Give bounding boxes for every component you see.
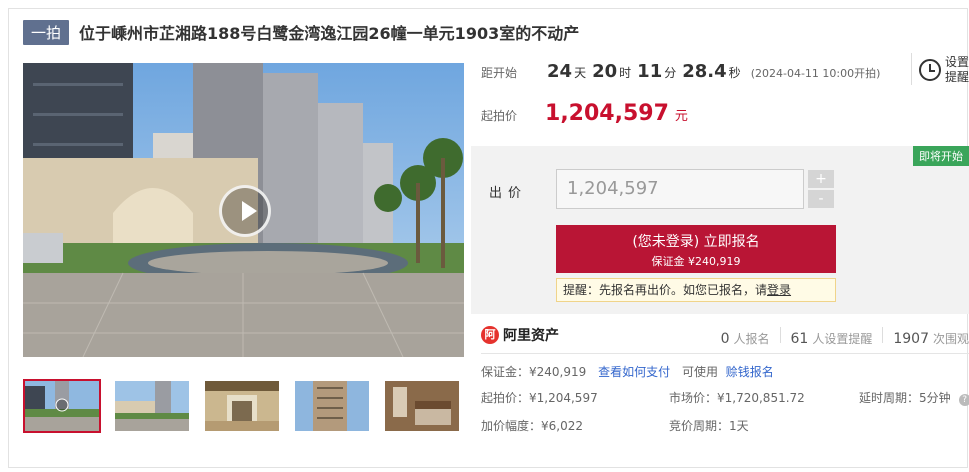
detail-delay-period: 延时周期：5分钟? [859,389,969,406]
thumbnail-strip [23,379,473,433]
countdown-minutes: 11 [637,61,663,82]
stats: 0 人报名 61 人设置提醒 1907 次围观 [721,327,969,347]
start-time: (2024-04-11 10:00开拍) [750,67,881,80]
deposit-amount: 保证金：¥240,919 [481,365,587,379]
decrease-bid-button[interactable]: - [808,190,834,208]
bid-label: 出价 [489,186,528,201]
deposit-row: 保证金：¥240,919 查看如何支付 可使用 赊钱报名 [481,363,774,380]
bid-price-input[interactable]: 1,204,597 [556,169,804,209]
start-price-value: 1,204,597 [545,101,669,126]
hours-unit: 时 [619,66,632,80]
ali-logo-icon: 阿 [481,326,499,344]
countdown-label: 距开始 [481,66,518,80]
ali-assets-logo[interactable]: 阿 阿里资产 [481,325,559,345]
detail-start-price: 起拍价：¥1,204,597 [481,391,598,405]
thumbnail-4[interactable] [293,379,371,433]
days-unit: 天 [574,66,587,80]
countdown-seconds: 28.4 [682,61,727,82]
thumbnail-5[interactable] [383,379,461,433]
credit-signup-link[interactable]: 赊钱报名 [726,365,774,379]
reminder-count-label: 人设置提醒 [812,332,873,346]
listing-title: 位于嵊州市芷湘路188号白鹭金湾逸江园26幢一单元1903室的不动产 [79,24,580,43]
signup-deposit: 保证金 ¥240,919 [651,255,741,268]
reminder-line2: 提醒 [945,70,969,84]
countdown-days: 24 [547,61,573,82]
countdown-hours: 20 [592,61,618,82]
alarm-clock-icon [919,59,941,81]
view-count: 1907 [893,331,929,347]
signup-label: (您未登录) 立即报名 [632,234,760,250]
auction-round-tag: 一拍 [23,19,70,45]
detail-bidding-period: 竞价周期：1天 [669,419,749,433]
brand-name: 阿里资产 [503,328,559,344]
start-price-unit: 元 [674,109,688,124]
brand-row: 阿 阿里资产 0 人报名 61 人设置提醒 1907 次围观 [481,319,969,353]
divider [882,327,884,343]
how-to-pay-link[interactable]: 查看如何支付 [598,365,670,379]
divider [779,327,781,343]
detail-market-price: 市场价：¥1,720,851.72 [669,391,805,405]
login-tip: 提醒：先报名再出价。如您已报名，请登录 [556,278,836,302]
start-price-row: 起拍价 1,204,597 元 [481,101,688,126]
bid-box: 即将开始 出价 1,204,597 + - (您未登录) 立即报名 保证金 ¥2… [471,146,969,314]
available-label: 可使用 [681,365,718,379]
minutes-unit: 分 [664,66,677,80]
signup-count-label: 人报名 [733,332,770,346]
delay-period-text: 延时周期：5分钟 [859,391,951,405]
play-video-icon[interactable] [219,185,271,237]
countdown: 距开始 24 天 20 时 11 分 28.4 秒 (2024-04-11 10… [481,61,880,82]
signup-button[interactable]: (您未登录) 立即报名 保证金 ¥240,919 [556,225,836,273]
signup-count: 0 [720,331,730,347]
seconds-unit: 秒 [728,66,741,80]
help-icon[interactable]: ? [958,394,969,406]
divider [481,353,969,354]
set-reminder-button[interactable]: 设置 提醒 [911,51,969,91]
thumbnail-3[interactable] [203,379,281,433]
reminder-label: 设置 提醒 [945,55,969,85]
auction-panel: 一拍 位于嵊州市芷湘路188号白鹭金湾逸江园26幢一单元1903室的不动产 距开… [8,8,969,468]
reminder-line1: 设置 [945,55,969,69]
thumbnail-1[interactable] [23,379,101,433]
start-price-label: 起拍价 [481,109,518,123]
view-count-label: 次围观 [932,332,969,346]
detail-increment: 加价幅度：¥6,022 [481,419,583,433]
tip-text: 提醒：先报名再出价。如您已报名，请 [563,283,768,297]
divider [911,53,912,85]
login-link[interactable]: 登录 [767,283,791,297]
thumbnail-2[interactable] [113,379,191,433]
reminder-count: 61 [790,331,809,347]
status-badge: 即将开始 [913,146,969,166]
main-photo[interactable] [23,63,464,357]
title-row: 一拍 位于嵊州市芷湘路188号白鹭金湾逸江园26幢一单元1903室的不动产 [23,19,579,45]
increase-bid-button[interactable]: + [808,170,834,188]
